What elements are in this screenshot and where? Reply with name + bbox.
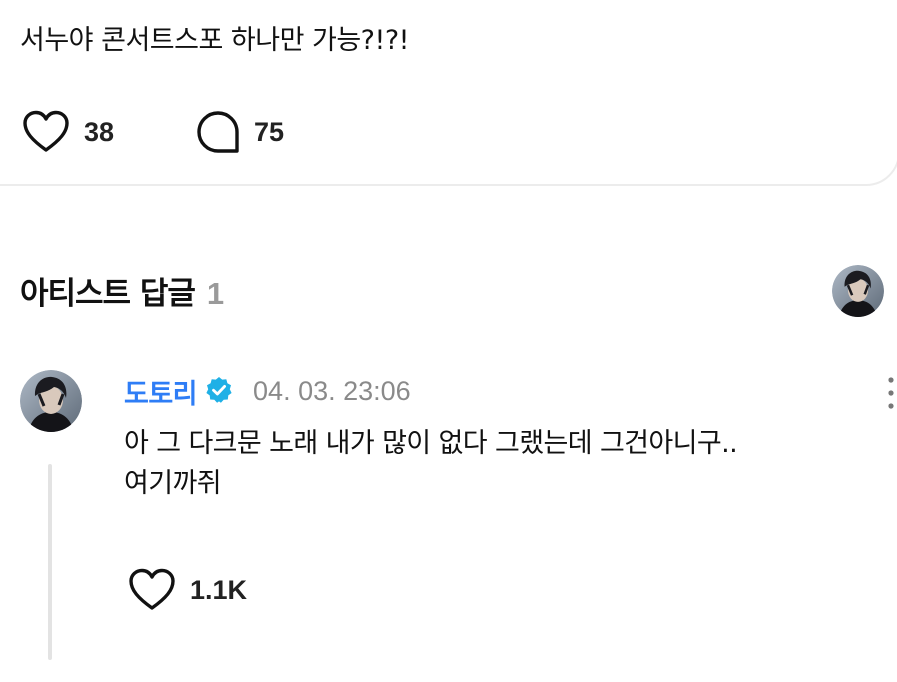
post-like-count: 38 [84,116,115,147]
artist-replies-header: 아티스트 답글 1 [20,268,224,313]
section-title: 아티스트 답글 [20,276,196,312]
thread-line [48,464,52,660]
artist-avatar-small[interactable] [832,265,884,317]
post-comment-button[interactable]: 75 [196,110,284,154]
heart-outline-icon [22,110,70,154]
heart-outline-icon [128,568,176,612]
post-like-button[interactable]: 38 [22,110,114,154]
reply-count: 1 [206,276,224,311]
more-options-icon[interactable] [888,376,894,410]
comment-author-name[interactable]: 도토리 [124,372,198,411]
comment-text: 아 그 다크문 노래 내가 많이 없다 그랬는데 그건아니구.. 여기까쥐 [124,424,894,504]
comment-like-button[interactable]: 1.1K [128,568,247,612]
speech-bubble-icon [196,110,240,154]
comment-header: 도토리 04. 03. 23:06 [124,372,411,411]
comment-like-count: 1.1K [190,574,248,605]
verified-badge-icon [205,376,233,408]
comment-timestamp: 04. 03. 23:06 [253,376,411,406]
post-text: 서누야 콘서트스포 하나만 가능?!?! [20,25,409,56]
comment-author-avatar[interactable] [20,370,82,432]
comment-text-line: 아 그 다크문 노래 내가 많이 없다 그랬는데 그건아니구.. [124,428,738,459]
comment-text-line: 여기까쥐 [124,468,222,499]
post-comment-count: 75 [254,116,285,147]
